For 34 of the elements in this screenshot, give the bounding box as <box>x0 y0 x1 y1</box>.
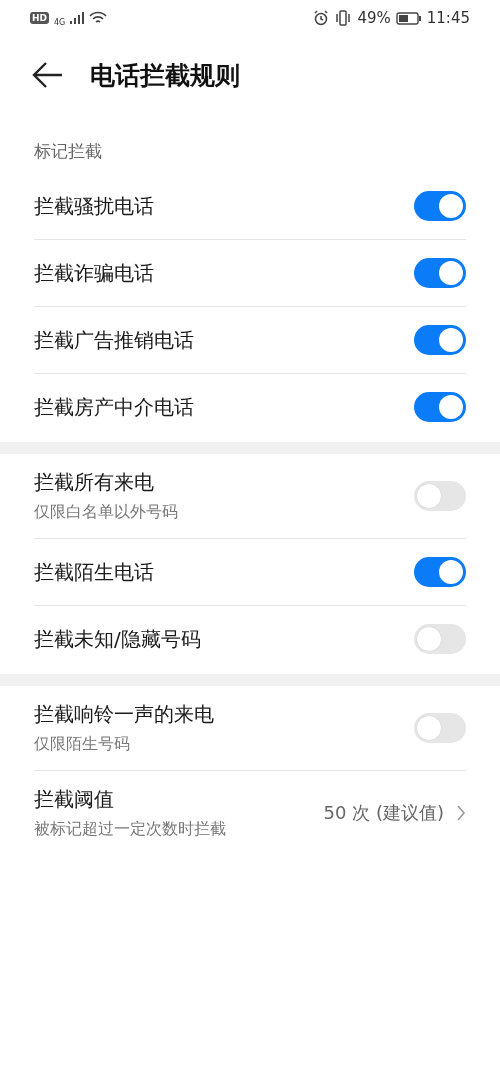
wifi-icon <box>89 11 108 25</box>
setting-label: 拦截广告推销电话 <box>34 326 195 354</box>
toggle-switch[interactable] <box>414 557 466 587</box>
battery-percent: 49% <box>357 9 391 27</box>
setting-description: 被标记超过一定次数时拦截 <box>34 819 227 840</box>
toggle-switch[interactable] <box>414 325 466 355</box>
clock-time: 11:45 <box>426 9 470 27</box>
signal-icon <box>70 12 85 24</box>
section-header: 标记拦截 <box>33 140 103 163</box>
setting-description: 仅限陌生号码 <box>34 734 131 755</box>
back-arrow-icon[interactable] <box>32 61 64 89</box>
toggle-switch[interactable] <box>414 624 466 654</box>
setting-label: 拦截所有来电 <box>34 469 155 496</box>
network-type: 4G <box>54 17 66 27</box>
setting-label: 拦截陌生电话 <box>34 558 155 586</box>
threshold-value: 50 次 (建议值) <box>323 801 444 825</box>
setting-label: 拦截房产中介电话 <box>34 393 195 421</box>
battery-icon <box>395 11 422 25</box>
toggle-switch[interactable] <box>414 713 466 743</box>
vibrate-icon <box>334 10 353 26</box>
hd-badge: HD <box>30 12 49 24</box>
chevron-right-icon <box>456 804 466 822</box>
toggle-switch[interactable] <box>414 258 466 288</box>
setting-label: 拦截诈骗电话 <box>34 259 155 287</box>
toggle-switch[interactable] <box>414 481 466 511</box>
setting-label: 拦截未知/隐藏号码 <box>34 625 202 653</box>
setting-label: 拦截响铃一声的来电 <box>34 701 215 728</box>
alarm-icon <box>313 10 330 26</box>
setting-label: 拦截阈值 <box>34 786 115 813</box>
setting-description: 仅限白名单以外号码 <box>34 502 179 523</box>
page-title: 电话拦截规则 <box>90 59 240 92</box>
toggle-switch[interactable] <box>414 191 466 221</box>
toggle-switch[interactable] <box>414 392 466 422</box>
setting-label: 拦截骚扰电话 <box>34 192 155 220</box>
